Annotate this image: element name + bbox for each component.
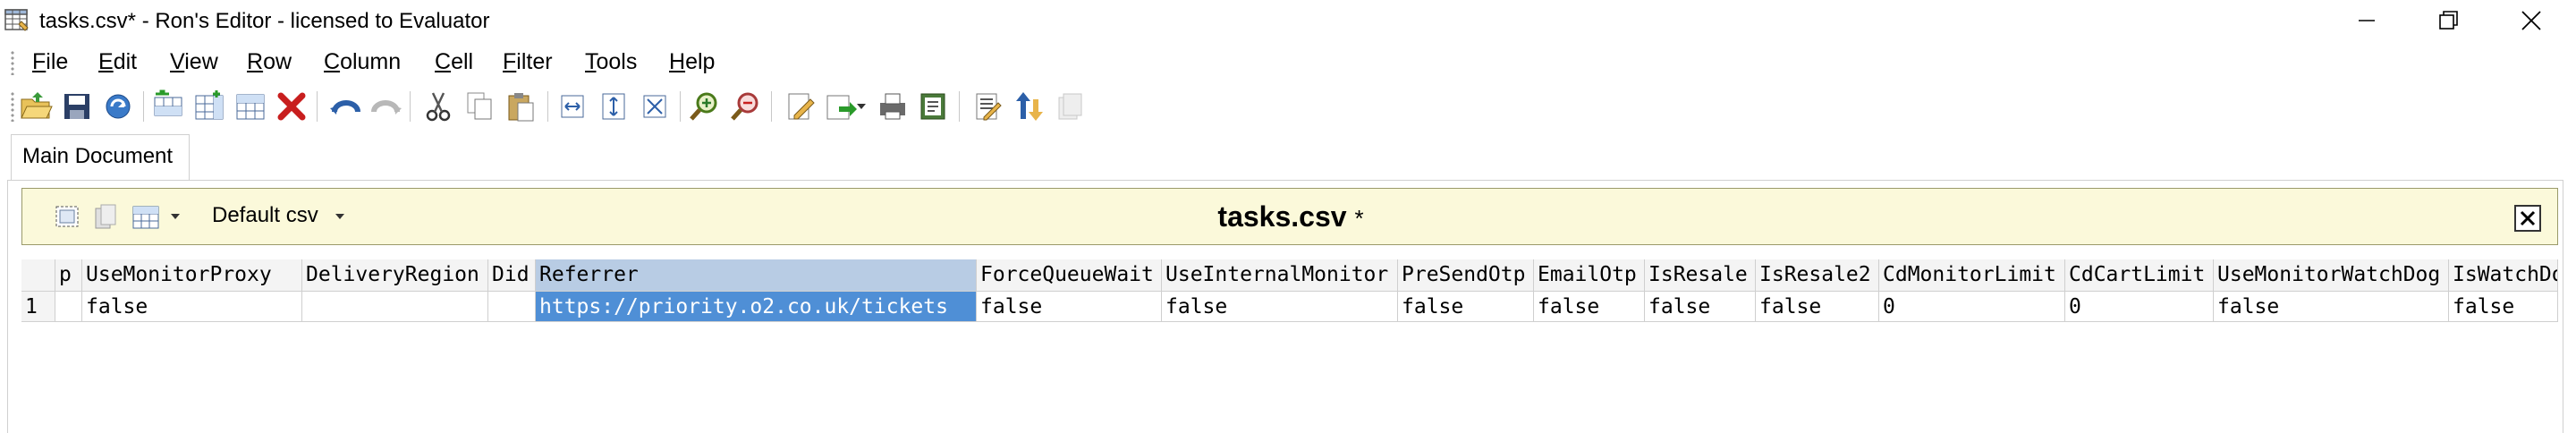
delete-icon[interactable] [274,89,309,124]
menu-column[interactable]: Column [318,49,406,75]
column-header[interactable]: UseMonitorWatchDog [2214,259,2449,291]
open-folder-icon[interactable] [18,89,54,124]
undo-icon[interactable] [327,89,363,124]
menu-tools[interactable]: Tools [580,49,642,75]
menu-cell[interactable]: Cell [429,49,479,75]
table-cell[interactable]: 0 [2065,292,2214,321]
column-header[interactable]: Did [488,259,536,291]
properties-icon[interactable] [916,89,952,124]
column-header[interactable]: IsResale [1645,259,1756,291]
toolbar [0,84,2576,129]
document-tabs: Main Document [0,134,2576,181]
column-header[interactable]: IsResale2 [1756,259,1879,291]
column-header-rownum[interactable] [21,259,55,291]
close-icon [2520,210,2536,226]
table-cell[interactable] [488,292,536,321]
sort-icon[interactable] [1011,89,1046,124]
toolbar-separator [317,91,318,122]
menu-edit[interactable]: Edit [93,49,142,75]
restore-icon [2439,11,2458,30]
menu-bar: File Edit View Row Column Cell Filter To… [0,43,2576,82]
column-header[interactable]: UseMonitorProxy [82,259,302,291]
table-cell[interactable]: false [1162,292,1398,321]
toolbar-separator [410,91,411,122]
close-window-button[interactable] [2490,0,2572,41]
modified-indicator: * [1354,205,1364,232]
title-bar: tasks.csv* - Ron's Editor - licensed to … [0,0,2576,41]
close-icon [2521,11,2541,30]
table-cell-selected[interactable]: https://priority.o2.co.uk/tickets [536,292,977,321]
toolbar-grip[interactable] [11,91,14,122]
table-cell[interactable]: false [2214,292,2449,321]
paste-icon[interactable] [503,89,538,124]
row-number[interactable]: 1 [21,292,55,321]
tab-main-document[interactable]: Main Document [11,134,190,181]
grid-icon[interactable] [233,89,268,124]
table-cell[interactable]: false [977,292,1162,321]
document-title: tasks.csv * [22,200,2559,233]
table-cell[interactable]: false [1398,292,1534,321]
print-icon[interactable] [875,89,911,124]
filter-icon[interactable] [1052,89,1088,124]
document-filename: tasks.csv [1217,200,1347,233]
window-title: tasks.csv* - Ron's Editor - licensed to … [39,9,490,33]
column-header[interactable]: p [55,259,82,291]
menu-view[interactable]: View [165,49,224,75]
insert-column-icon[interactable] [191,89,227,124]
save-icon[interactable] [59,89,95,124]
header-row: p UseMonitorProxy DeliveryRegion Did Ref… [21,259,2558,292]
column-header[interactable]: IsWatchDog [2449,259,2558,291]
insert-row-icon[interactable] [150,89,186,124]
save-all-icon[interactable] [100,89,136,124]
redo-icon[interactable] [369,89,404,124]
column-header[interactable]: CdCartLimit [2065,259,2214,291]
cut-icon[interactable] [420,89,456,124]
fit-width-icon[interactable] [555,89,590,124]
fit-page-icon[interactable] [596,89,631,124]
menu-file[interactable]: File [27,49,73,75]
toolbar-separator [771,91,773,122]
edit-icon[interactable] [782,89,818,124]
data-grid: p UseMonitorProxy DeliveryRegion Did Ref… [21,259,2558,433]
copy-icon[interactable] [462,89,497,124]
column-header[interactable]: PreSendOtp [1398,259,1534,291]
column-header-selected[interactable]: Referrer [536,259,977,291]
minimize-button[interactable] [2326,0,2408,41]
table-cell[interactable]: false [82,292,302,321]
column-header[interactable]: CdMonitorLimit [1879,259,2065,291]
zoom-out-icon[interactable] [728,89,764,124]
menu-row[interactable]: Row [242,49,297,75]
table-cell[interactable]: false [2449,292,2558,321]
toolbar-separator [547,91,549,122]
fit-all-icon[interactable] [637,89,673,124]
app-grid-icon [4,7,30,34]
column-header[interactable]: UseInternalMonitor [1162,259,1398,291]
table-cell[interactable]: 0 [1879,292,2065,321]
document-icon[interactable] [970,89,1005,124]
table-cell[interactable]: false [1756,292,1879,321]
toolbar-separator [680,91,682,122]
table-row: 1 false https://priority.o2.co.uk/ticket… [21,292,2558,322]
column-header[interactable]: EmailOtp [1534,259,1645,291]
menu-grip[interactable] [11,50,14,75]
toolbar-separator [959,91,961,122]
zoom-in-icon[interactable] [687,89,723,124]
table-cell[interactable] [302,292,488,321]
menu-filter[interactable]: Filter [497,49,558,75]
restore-button[interactable] [2408,0,2490,41]
document-header: Default csv tasks.csv * [21,188,2558,245]
column-header[interactable]: ForceQueueWait [977,259,1162,291]
table-cell[interactable] [55,292,82,321]
export-dropdown-arrow[interactable] [857,104,866,109]
menu-help[interactable]: Help [664,49,720,75]
minimize-icon [2359,20,2375,21]
table-cell[interactable]: false [1645,292,1756,321]
toolbar-separator [143,91,145,122]
export-icon[interactable] [823,89,859,124]
column-header[interactable]: DeliveryRegion [302,259,488,291]
close-document-button[interactable] [2514,205,2541,232]
table-cell[interactable]: false [1534,292,1645,321]
